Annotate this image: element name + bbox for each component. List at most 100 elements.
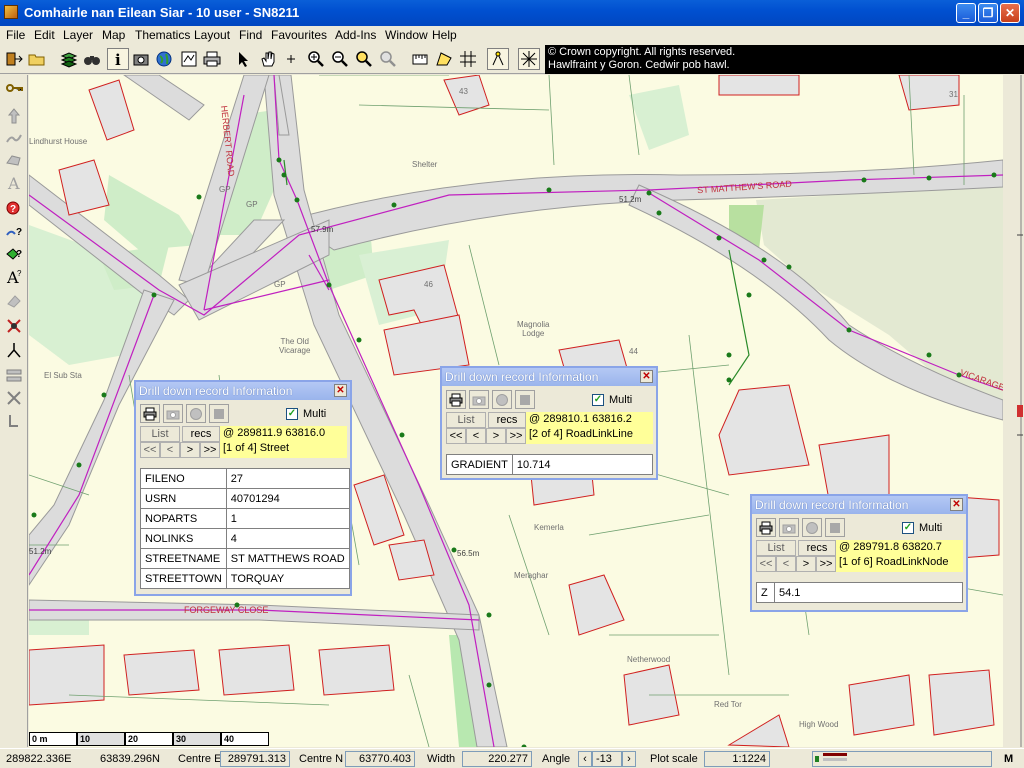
list-button[interactable]: List: [446, 412, 486, 428]
zoom-in-icon[interactable]: [305, 48, 327, 70]
zoom-extent-icon[interactable]: [353, 48, 375, 70]
menu-edit[interactable]: Edit: [34, 28, 55, 42]
first-record-button[interactable]: <<: [446, 428, 466, 444]
maximize-button[interactable]: ❐: [978, 3, 998, 23]
last-record-button[interactable]: >>: [816, 556, 836, 572]
list-button[interactable]: List: [140, 426, 180, 442]
zoom-out-icon[interactable]: [329, 48, 351, 70]
globe-icon[interactable]: [153, 48, 175, 70]
dialog-close-button[interactable]: ✕: [640, 370, 653, 383]
print-icon[interactable]: [201, 48, 223, 70]
snap-icon[interactable]: [487, 48, 509, 70]
attr-value[interactable]: 54.1: [774, 582, 963, 603]
menu-layout[interactable]: Layout: [194, 28, 230, 42]
angle-decrease-button[interactable]: ‹: [578, 751, 592, 767]
recs-button[interactable]: recs: [182, 426, 220, 442]
last-record-button[interactable]: >>: [200, 442, 220, 458]
width-field[interactable]: 220.277: [462, 751, 532, 767]
print-icon[interactable]: [756, 518, 776, 537]
next-record-button[interactable]: >: [796, 556, 816, 572]
menu-add-ins[interactable]: Add-Ins: [335, 28, 376, 42]
info-icon[interactable]: i: [107, 48, 129, 70]
menu-file[interactable]: File: [6, 28, 25, 42]
camera-icon[interactable]: [163, 404, 183, 423]
pan-hand-icon[interactable]: [257, 48, 279, 70]
menu-thematics[interactable]: Thematics: [135, 28, 190, 42]
grid-icon[interactable]: [457, 48, 479, 70]
align-icon[interactable]: [3, 365, 25, 387]
first-record-button[interactable]: <<: [756, 556, 776, 572]
menu-layer[interactable]: Layer: [63, 28, 93, 42]
attr-value[interactable]: 27: [225, 468, 350, 489]
dialog-close-button[interactable]: ✕: [334, 384, 347, 397]
blank-icon[interactable]: [825, 518, 845, 537]
attr-value[interactable]: ST MATTHEWS ROAD: [225, 548, 350, 569]
text-edit-icon[interactable]: A?: [3, 265, 25, 287]
prev-record-button[interactable]: <: [160, 442, 180, 458]
query-area-icon[interactable]: ?: [3, 243, 25, 265]
plot-scale-field[interactable]: 1:1224: [704, 751, 770, 767]
menu-find[interactable]: Find: [239, 28, 262, 42]
north-arrow-icon[interactable]: [518, 48, 540, 70]
select-arrow-icon[interactable]: [232, 48, 254, 70]
crosshair-icon[interactable]: [280, 48, 302, 70]
drilldown-dialog-roadlinknode[interactable]: Drill down record Information ✕ ✓ Multi L…: [750, 494, 968, 612]
blank-icon[interactable]: [209, 404, 229, 423]
drilldown-dialog-street[interactable]: Drill down record Information ✕ ✓ Multi L…: [134, 380, 352, 596]
attr-value[interactable]: 1: [225, 508, 350, 529]
camera-icon[interactable]: [779, 518, 799, 537]
centre-n-field[interactable]: 63770.403: [345, 751, 415, 767]
dialog-close-button[interactable]: ✕: [950, 498, 963, 511]
polyline-icon[interactable]: [3, 127, 25, 149]
attr-value[interactable]: TORQUAY: [225, 568, 350, 589]
attr-value[interactable]: 4: [225, 528, 350, 549]
exit-icon[interactable]: [3, 48, 25, 70]
multi-checkbox[interactable]: ✓ Multi: [286, 405, 326, 423]
print-icon[interactable]: [446, 390, 466, 409]
globe-icon[interactable]: [492, 390, 512, 409]
move-arrow-icon[interactable]: [3, 105, 25, 127]
next-record-button[interactable]: >: [180, 442, 200, 458]
multi-checkbox[interactable]: ✓ Multi: [902, 519, 942, 537]
text-tool-icon[interactable]: A: [3, 171, 25, 193]
map-layout-icon[interactable]: [178, 48, 200, 70]
globe-icon[interactable]: [802, 518, 822, 537]
globe-icon[interactable]: [186, 404, 206, 423]
last-record-button[interactable]: >>: [506, 428, 526, 444]
next-record-button[interactable]: >: [486, 428, 506, 444]
polygon-icon[interactable]: [3, 149, 25, 171]
zoom-previous-icon[interactable]: [377, 48, 399, 70]
first-record-button[interactable]: <<: [140, 442, 160, 458]
key-icon[interactable]: [3, 77, 25, 99]
layers-icon[interactable]: [58, 48, 80, 70]
snap-point-icon[interactable]: [3, 387, 25, 409]
camera-icon[interactable]: [130, 48, 152, 70]
erase-icon[interactable]: [3, 289, 25, 311]
minimize-button[interactable]: _: [956, 3, 976, 23]
recs-button[interactable]: recs: [488, 412, 526, 428]
delete-node-icon[interactable]: [3, 315, 25, 337]
multi-checkbox[interactable]: ✓ Multi: [592, 391, 632, 409]
split-icon[interactable]: [3, 339, 25, 361]
attr-value[interactable]: 10.714: [511, 454, 654, 475]
recs-button[interactable]: recs: [798, 540, 836, 556]
measure-icon[interactable]: [409, 48, 431, 70]
area-measure-icon[interactable]: [433, 48, 455, 70]
menu-favourites[interactable]: Favourites: [271, 28, 327, 42]
angle-field[interactable]: -13: [592, 751, 622, 767]
query-line-icon[interactable]: ?: [3, 221, 25, 243]
angle-increase-button[interactable]: ›: [622, 751, 636, 767]
rotate-icon[interactable]: [3, 409, 25, 431]
print-icon[interactable]: [140, 404, 160, 423]
prev-record-button[interactable]: <: [466, 428, 486, 444]
attr-value[interactable]: 40701294: [225, 488, 350, 509]
blank-icon[interactable]: [515, 390, 535, 409]
centre-e-field[interactable]: 289791.313: [220, 751, 290, 767]
open-folder-icon[interactable]: [26, 48, 48, 70]
binoculars-icon[interactable]: [81, 48, 103, 70]
prev-record-button[interactable]: <: [776, 556, 796, 572]
drilldown-dialog-roadlinkline[interactable]: Drill down record Information ✕ ✓ Multi L…: [440, 366, 658, 480]
list-button[interactable]: List: [756, 540, 796, 556]
close-button[interactable]: ✕: [1000, 3, 1020, 23]
menu-help[interactable]: Help: [432, 28, 457, 42]
